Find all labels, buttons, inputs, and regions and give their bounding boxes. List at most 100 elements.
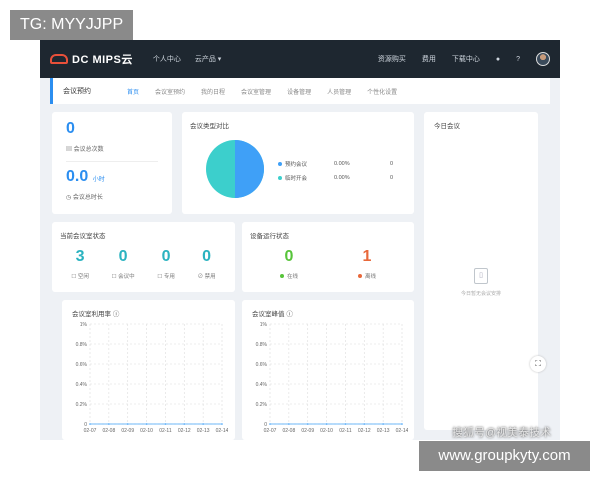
legend-row-temporary: 临时开会 0.00% 0 — [278, 174, 393, 182]
y-tick-label: 0.6% — [76, 362, 88, 368]
x-tick-label: 02-10 — [140, 428, 153, 434]
room-usage-chart-card: 会议室利用率 ⓘ 1% 0.8% 0.6% 0.4% 0.2% 0 02-07 02-08 02… — [62, 300, 235, 440]
device-status-stats: 0 在线 1 离线 — [250, 248, 406, 280]
info-icon[interactable]: ⓘ — [113, 311, 120, 318]
info-icon[interactable]: ⓘ — [286, 311, 293, 318]
bell-icon[interactable]: ● — [496, 56, 500, 63]
data-point — [288, 423, 290, 425]
stat-idle: 3 ☐ 空闲 — [71, 248, 88, 280]
card-title: 会议类型对比 — [190, 123, 229, 130]
fullscreen-icon[interactable]: ⛶ — [530, 356, 546, 372]
x-tick-label: 02-07 — [84, 428, 97, 434]
watermark-sohu: 搜狐号@视美泰技术 — [452, 427, 552, 439]
stat-label: 在线 — [279, 272, 298, 280]
meeting-type-compare-card: 会议类型对比 预约会议 0.00% 0 临时开会 0.00% 0 — [182, 112, 414, 214]
nav-download-center[interactable]: 下载中心 — [452, 54, 480, 64]
stat-dedicated: 0 ☐ 专用 — [157, 248, 174, 280]
data-point — [183, 423, 186, 425]
tab-room-management[interactable]: 会议室管理 — [241, 87, 271, 96]
meeting-duration-value: 0.0 — [66, 168, 89, 185]
legend-dot — [278, 162, 282, 166]
data-point — [221, 423, 223, 425]
clock-icon: ◷ — [66, 195, 73, 201]
module-title: 会议预约 — [63, 88, 91, 95]
empty-document-icon: ▯ — [474, 268, 488, 284]
data-point — [89, 423, 91, 425]
data-point — [344, 423, 347, 425]
tab-my-schedule[interactable]: 我的日程 — [201, 87, 225, 96]
stat-disabled: 0 ⊘ 禁用 — [198, 248, 216, 280]
card-title: 当前会议室状态 — [60, 233, 106, 240]
x-tick-label: 02-10 — [320, 428, 333, 434]
tab-personal-settings[interactable]: 个性化设置 — [367, 87, 397, 96]
x-tick-label: 02-12 — [178, 428, 191, 434]
y-tick-label: 0.4% — [256, 382, 268, 388]
stat-offline: 1 离线 — [357, 248, 376, 280]
data-point — [108, 423, 110, 425]
peak-line-chart: 1%0.8%0.6%0.4%0.2%002-07 02-08 02-09 02-10 0… — [256, 322, 408, 434]
help-icon[interactable]: ? — [516, 56, 520, 63]
tab-home[interactable]: 首页 — [127, 87, 139, 96]
meeting-duration-label: ◷ 会议总时长 — [66, 195, 103, 201]
stat-label: ☐ 空闲 — [71, 274, 89, 280]
x-tick-label: 02-11 — [159, 428, 172, 434]
pie-slice-booked — [235, 140, 264, 198]
stat-value: 3 — [75, 248, 85, 265]
data-point — [382, 423, 384, 425]
avatar[interactable] — [536, 52, 550, 66]
top-nav-left: 个人中心 云产品 ▾ — [153, 54, 221, 64]
x-tick-label: 02-13 — [197, 428, 210, 434]
tab-room-booking[interactable]: 会议室预约 — [155, 87, 185, 96]
disabled-icon: ⊘ — [197, 274, 205, 280]
brand-logo[interactable]: DC MIPS云 — [50, 51, 133, 67]
stat-value: 0 — [202, 248, 212, 265]
y-tick-label: 0.2% — [76, 402, 88, 408]
empty-state: ▯ 今日暂无会议安排 — [424, 268, 538, 297]
nav-resource-purchase[interactable]: 资源购买 — [378, 54, 406, 64]
nav-personal-center[interactable]: 个人中心 — [153, 54, 181, 64]
nav-cloud-products[interactable]: 云产品 ▾ — [195, 54, 221, 64]
stat-label: ☐ 专用 — [157, 274, 175, 280]
chart-title: 会议室峰值 ⓘ — [252, 311, 293, 318]
meeting-summary-card: 0 ▤ 会议总次数 0.0 小时 ◷ 会议总时长 — [52, 112, 172, 214]
tab-user-management[interactable]: 人员管理 — [327, 87, 351, 96]
data-point — [269, 423, 271, 425]
x-tick-label: 02-07 — [264, 428, 277, 434]
pie-chart — [206, 140, 264, 198]
card-title: 设备运行状态 — [250, 233, 289, 240]
x-tick-label: 02-14 — [396, 428, 408, 434]
meeting-count-label: ▤ 会议总次数 — [66, 147, 104, 153]
online-dot-icon — [279, 274, 284, 278]
data-point — [306, 423, 309, 425]
meeting-duration: 0.0 小时 — [66, 168, 158, 186]
y-tick-label: 0.8% — [256, 342, 268, 348]
stat-value: 0 — [284, 248, 294, 265]
list-icon: ▤ — [66, 147, 74, 153]
data-point — [164, 423, 167, 425]
legend-row-booked: 预约会议 0.00% 0 — [278, 160, 393, 168]
tab-device-management[interactable]: 设备管理 — [287, 87, 311, 96]
room-status-card: 当前会议室状态 3 ☐ 空闲 0 ☐ 会议中 0 ☐ 专用 0 ⊘ 禁用 — [52, 222, 235, 292]
offline-dot-icon — [357, 274, 362, 278]
top-nav-right: 资源购买 费用 下载中心 ● ? — [378, 52, 550, 66]
data-point — [126, 423, 129, 425]
x-tick-label: 02-11 — [339, 428, 352, 434]
stat-value: 0 — [161, 248, 171, 265]
y-tick-label: 0.4% — [76, 382, 88, 388]
tabs: 首页 会议室预约 我的日程 会议室管理 设备管理 人员管理 个性化设置 — [127, 87, 397, 96]
empty-text: 今日暂无会议安排 — [460, 291, 501, 297]
today-meetings-card: 今日会议 ▯ 今日暂无会议安排 — [424, 112, 538, 430]
stat-value: 1 — [362, 248, 372, 265]
app-window: DC MIPS云 个人中心 云产品 ▾ 资源购买 费用 下载中心 ● ? 会议预… — [40, 40, 560, 440]
y-tick-label: 0.8% — [76, 342, 88, 348]
divider — [66, 161, 158, 162]
room-peak-chart-card: 会议室峰值 ⓘ 1% 0.8% 0.6% 0.4% 0.2% 0 02-07 02-08 02-… — [242, 300, 414, 440]
x-tick-label: 02-09 — [121, 428, 134, 434]
duration-unit: 小时 — [92, 177, 105, 183]
nav-fees[interactable]: 费用 — [422, 54, 436, 64]
data-point — [401, 423, 403, 425]
pie-legend: 预约会议 0.00% 0 临时开会 0.00% 0 — [278, 160, 393, 188]
watermark-bottom: www.groupkyty.com — [419, 441, 590, 471]
cloud-logo-icon — [50, 54, 68, 64]
stat-label: ⊘ 禁用 — [197, 274, 216, 280]
